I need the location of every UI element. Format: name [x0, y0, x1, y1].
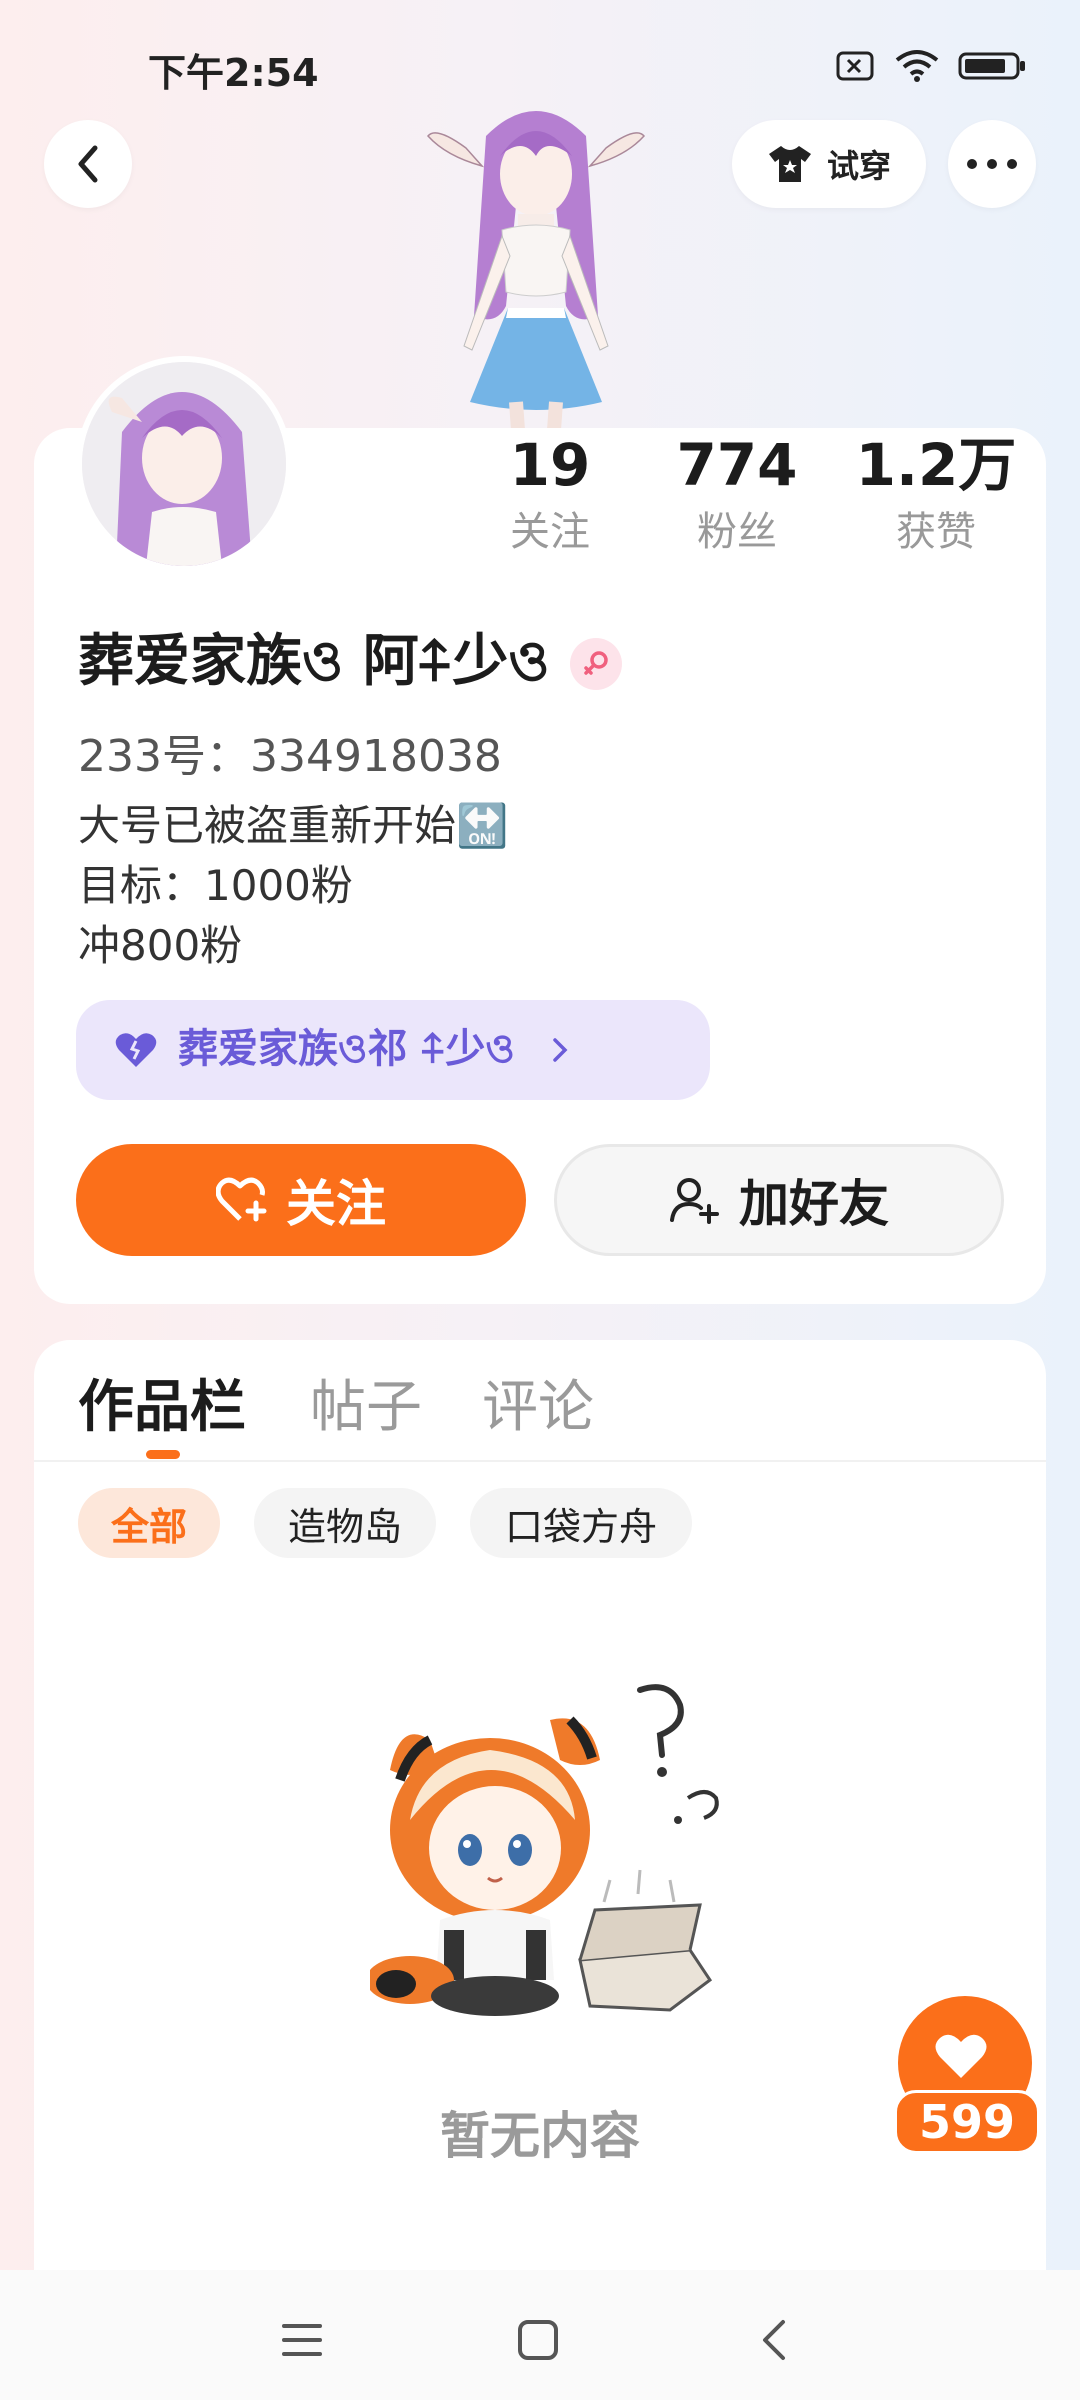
nickname-row: 葬爱家族ও 阿⍏少ও: [78, 616, 622, 712]
purple-heart-icon: [115, 1033, 157, 1067]
filter-pocket-ark[interactable]: 口袋方舟: [470, 1488, 692, 1558]
more-button[interactable]: [948, 120, 1036, 208]
female-icon: [583, 651, 608, 675]
family-chip[interactable]: 葬爱家族ও祁 ⍏少ও: [76, 1000, 710, 1100]
add-friend-button[interactable]: 加好友: [554, 1144, 1004, 1256]
user-id: 233号：334918038: [78, 731, 502, 782]
tshirt-icon: [768, 146, 811, 182]
tab-posts[interactable]: 帖子: [310, 1362, 422, 1443]
bio-line: 大号已被盗重新开始🔛: [78, 801, 509, 850]
family-label: 葬爱家族ও祁 ⍏少ও: [178, 1026, 515, 1072]
nav-menu-button[interactable]: [272, 2310, 332, 2370]
stat-following[interactable]: 19 关注: [460, 430, 640, 562]
follow-button[interactable]: 关注: [76, 1144, 526, 1256]
nav-home-button[interactable]: [508, 2310, 568, 2370]
stat-likes-value: 1.2万: [855, 431, 1017, 499]
tab-divider: [34, 1460, 1046, 1462]
stat-following-label: 关注: [510, 509, 590, 555]
filter-creation-island[interactable]: 造物岛: [254, 1488, 436, 1558]
follow-label: 关注: [286, 1175, 386, 1233]
add-user-icon: [670, 1178, 719, 1224]
bio: 大号已被盗重新开始🔛 目标：1000粉 冲800粉: [78, 796, 508, 976]
back-button[interactable]: [44, 120, 132, 208]
filter-all[interactable]: 全部: [78, 1488, 220, 1558]
more-dots-icon: [967, 159, 1017, 169]
heart-icon: [935, 2034, 987, 2078]
battery-icon: [958, 52, 1025, 80]
stat-likes-label: 获赞: [896, 509, 976, 555]
try-on-button[interactable]: 试穿: [732, 120, 926, 208]
stats-row: 19 关注 774 粉丝 1.2万 获赞: [460, 430, 1040, 570]
system-nav-bar: [0, 2270, 1080, 2400]
avatar-character-figure: [427, 111, 645, 430]
female-gender-badge: [569, 638, 622, 690]
nickname: 葬爱家族ও 阿⍏少ও: [78, 629, 550, 694]
stat-fans-value: 774: [676, 431, 798, 499]
chevron-left-icon: [78, 145, 98, 183]
heart-plus-icon: [216, 1177, 267, 1222]
tab-works[interactable]: 作品栏: [78, 1362, 246, 1443]
wifi-icon: [895, 50, 939, 82]
stat-following-value: 19: [509, 431, 591, 499]
home-square-icon: [518, 2320, 558, 2360]
avatar-image: [82, 362, 286, 566]
bio-line: 冲800粉: [78, 921, 243, 970]
chevron-left-icon: [763, 2320, 785, 2360]
nav-back-button[interactable]: [744, 2310, 804, 2370]
add-friend-label: 加好友: [739, 1175, 889, 1233]
stat-fans[interactable]: 774 粉丝: [647, 430, 827, 562]
menu-icon: [282, 2324, 322, 2356]
empty-state-illustration: [370, 1684, 719, 2016]
status-time: 下午2:54: [148, 51, 319, 95]
avatar[interactable]: [76, 356, 292, 572]
status-icons: [836, 48, 1028, 84]
tab-comments[interactable]: 评论: [482, 1362, 594, 1443]
sim-off-icon: [836, 51, 874, 81]
tab-indicator: [146, 1450, 180, 1459]
like-count[interactable]: 599: [894, 2090, 1040, 2154]
stat-likes[interactable]: 1.2万 获赞: [846, 430, 1026, 562]
chevron-right-icon: [553, 1038, 568, 1062]
bio-line: 目标：1000粉: [78, 861, 353, 910]
try-on-label: 试穿: [826, 147, 891, 185]
stat-fans-label: 粉丝: [697, 509, 777, 555]
